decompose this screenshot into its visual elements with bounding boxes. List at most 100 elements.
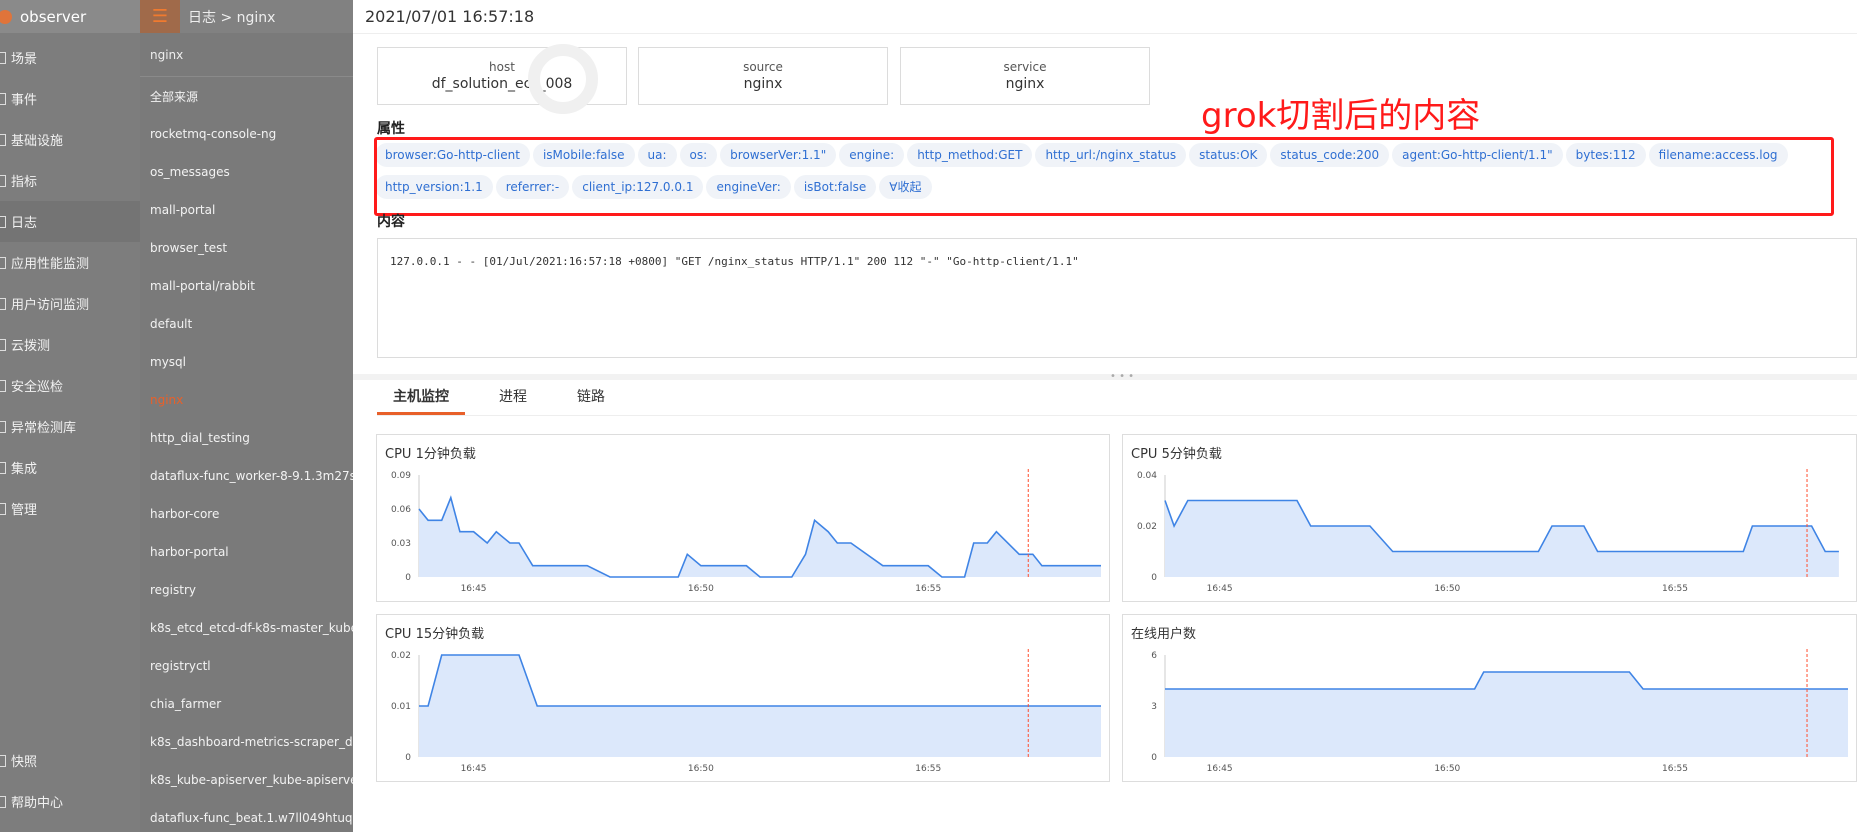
chart-svg: 0 0.03 0.06 0.09 16:45 16:50 16:55 — [391, 469, 1101, 594]
chart-svg: 0 3 6 16:45 16:50 16:55 — [1151, 649, 1848, 774]
logo-icon — [0, 9, 12, 24]
nav-item[interactable]: 事件 — [0, 78, 140, 119]
y-tick-label: 0 — [1151, 573, 1157, 583]
nav-item[interactable]: 基础设施 — [0, 119, 140, 160]
nav-item-icon — [0, 338, 6, 351]
chart-svg: 0 0.01 0.02 16:45 16:50 16:55 — [391, 649, 1101, 774]
y-tick-label: 0 — [1151, 753, 1157, 763]
source-item[interactable]: 全部来源 — [140, 77, 353, 115]
source-item[interactable]: dataflux-func_worker-8-9.1.3m27s8 — [140, 457, 353, 495]
tab-0[interactable]: 主机监控 — [377, 383, 465, 415]
tag-value[interactable]: nginx — [901, 76, 1149, 92]
y-tick-label: 0.02 — [1137, 522, 1157, 532]
source-item[interactable]: k8s_etcd_etcd-df-k8s-master_kube- — [140, 609, 353, 647]
chart-title: CPU 1分钟负载 — [385, 447, 476, 462]
list-header: ☰ 日志 > nginx — [140, 0, 353, 33]
nav-item-icon — [0, 51, 6, 64]
nav-item[interactable]: 安全巡检 — [0, 365, 140, 406]
nav-item-label: 安全巡检 — [11, 380, 64, 395]
y-tick-label: 0.04 — [1137, 471, 1157, 481]
y-tick-label: 0 — [405, 753, 411, 763]
chart-title: CPU 15分钟负载 — [385, 627, 485, 642]
nav-item-icon — [0, 92, 6, 105]
source-list-panel: ☰ 日志 > nginx nginx 全部来源 rocketmq-console-… — [140, 0, 353, 832]
monitor-tabs: 主机监控 进程 链路 — [377, 383, 1857, 416]
annotation-box — [374, 137, 1834, 216]
nav-item-icon — [0, 215, 6, 228]
nav-item-icon — [0, 133, 6, 146]
x-tick-label: 16:50 — [1434, 764, 1460, 774]
log-detail-panel: 2021/07/01 16:57:18 host df_solution_ecs… — [353, 0, 1857, 832]
series-area — [419, 497, 1101, 577]
source-item[interactable]: harbor-core — [140, 495, 353, 533]
nav-item-label: 异常检测库 — [11, 421, 77, 436]
nav-item[interactable]: 管理 — [0, 488, 140, 529]
series-area — [1165, 672, 1848, 757]
log-content: 127.0.0.1 - - [01/Jul/2021:16:57:18 +080… — [377, 238, 1857, 358]
source-item[interactable]: mall-portal/rabbit — [140, 267, 353, 305]
source-item[interactable]: k8s_kube-apiserver_kube-apiserver — [140, 761, 353, 799]
chart-online-users: 0 3 6 16:45 16:50 16:55 在线用户数 — [1122, 614, 1857, 782]
breadcrumb: 日志 > nginx — [188, 9, 276, 26]
x-tick-label: 16:45 — [1207, 584, 1233, 594]
source-item[interactable]: default — [140, 305, 353, 343]
x-tick-label: 16:50 — [688, 764, 714, 774]
nav-item[interactable]: 云拨测 — [0, 324, 140, 365]
brand[interactable]: observer — [0, 0, 140, 33]
nav-item-label: 帮助中心 — [11, 796, 64, 811]
menu-icon[interactable]: ☰ — [140, 0, 180, 33]
tag-value[interactable]: nginx — [639, 76, 887, 92]
tab-1[interactable]: 进程 — [483, 383, 543, 415]
nav-item[interactable]: 指标 — [0, 160, 140, 201]
nav-item-label: 基础设施 — [11, 134, 64, 149]
x-tick-label: 16:50 — [688, 584, 714, 594]
source-item[interactable]: mall-portal — [140, 191, 353, 229]
tag-key: service — [1003, 60, 1047, 74]
nav-item-label: 指标 — [11, 175, 38, 190]
source-item[interactable]: harbor-portal — [140, 533, 353, 571]
tab-2[interactable]: 链路 — [561, 383, 621, 415]
brand-name: observer — [20, 7, 87, 26]
nav-item[interactable]: 日志 — [0, 201, 140, 242]
source-item[interactable]: http_dial_testing — [140, 419, 353, 457]
chart-title: CPU 5分钟负载 — [1131, 447, 1222, 462]
nav-bottom-item[interactable]: 快照 — [0, 740, 140, 781]
source-item[interactable]: nginx — [140, 381, 353, 419]
source-item[interactable]: mysql — [140, 343, 353, 381]
chart-svg: 0 0.02 0.04 16:45 16:50 16:55 — [1137, 469, 1839, 594]
y-tick-label: 0.06 — [391, 505, 411, 515]
nav-item[interactable]: 场景 — [0, 37, 140, 78]
y-tick-label: 0.01 — [391, 702, 411, 712]
source-item[interactable]: rocketmq-console-ng — [140, 115, 353, 153]
chart-cpu-load5: 0 0.02 0.04 16:45 16:50 16:55 CPU 5分钟负载 — [1122, 434, 1857, 602]
source-item[interactable]: k8s_dashboard-metrics-scraper_das — [140, 723, 353, 761]
source-item[interactable]: dataflux-func_beat.1.w7ll049htuq3e — [140, 799, 353, 832]
nav-item-icon — [0, 420, 6, 433]
nav-item[interactable]: 集成 — [0, 447, 140, 488]
y-tick-label: 0.03 — [391, 539, 411, 549]
nav-item-label: 快照 — [11, 755, 38, 770]
source-item[interactable]: registryctl — [140, 647, 353, 685]
resize-handle[interactable]: • • • — [353, 372, 1857, 382]
nav-item[interactable]: 异常检测库 — [0, 406, 140, 447]
y-tick-label: 0.09 — [391, 471, 411, 481]
nav-item-label: 事件 — [11, 93, 38, 108]
chart-cpu-load1: 0 0.03 0.06 0.09 16:45 16:50 16:55 CPU 1分钟负载 — [376, 434, 1110, 602]
content-title: 内容 — [377, 214, 405, 230]
nav-item-label: 场景 — [11, 52, 38, 67]
nav-item-label: 日志 — [11, 216, 38, 231]
nav-item[interactable]: 应用性能监测 — [0, 242, 140, 283]
nav-bottom-item[interactable]: 帮助中心 — [0, 781, 140, 822]
nav-item-icon — [0, 795, 6, 808]
source-item[interactable]: registry — [140, 571, 353, 609]
source-item[interactable]: chia_farmer — [140, 685, 353, 723]
source-search-input[interactable]: nginx — [140, 33, 353, 77]
x-tick-label: 16:45 — [461, 584, 487, 594]
nav-item-icon — [0, 174, 6, 187]
log-timestamp: 2021/07/01 16:57:18 — [353, 0, 1857, 34]
nav-item[interactable]: 用户访问监测 — [0, 283, 140, 324]
nav-item-icon — [0, 379, 6, 392]
source-item[interactable]: os_messages — [140, 153, 353, 191]
nav-item-label: 用户访问监测 — [11, 298, 90, 313]
source-item[interactable]: browser_test — [140, 229, 353, 267]
